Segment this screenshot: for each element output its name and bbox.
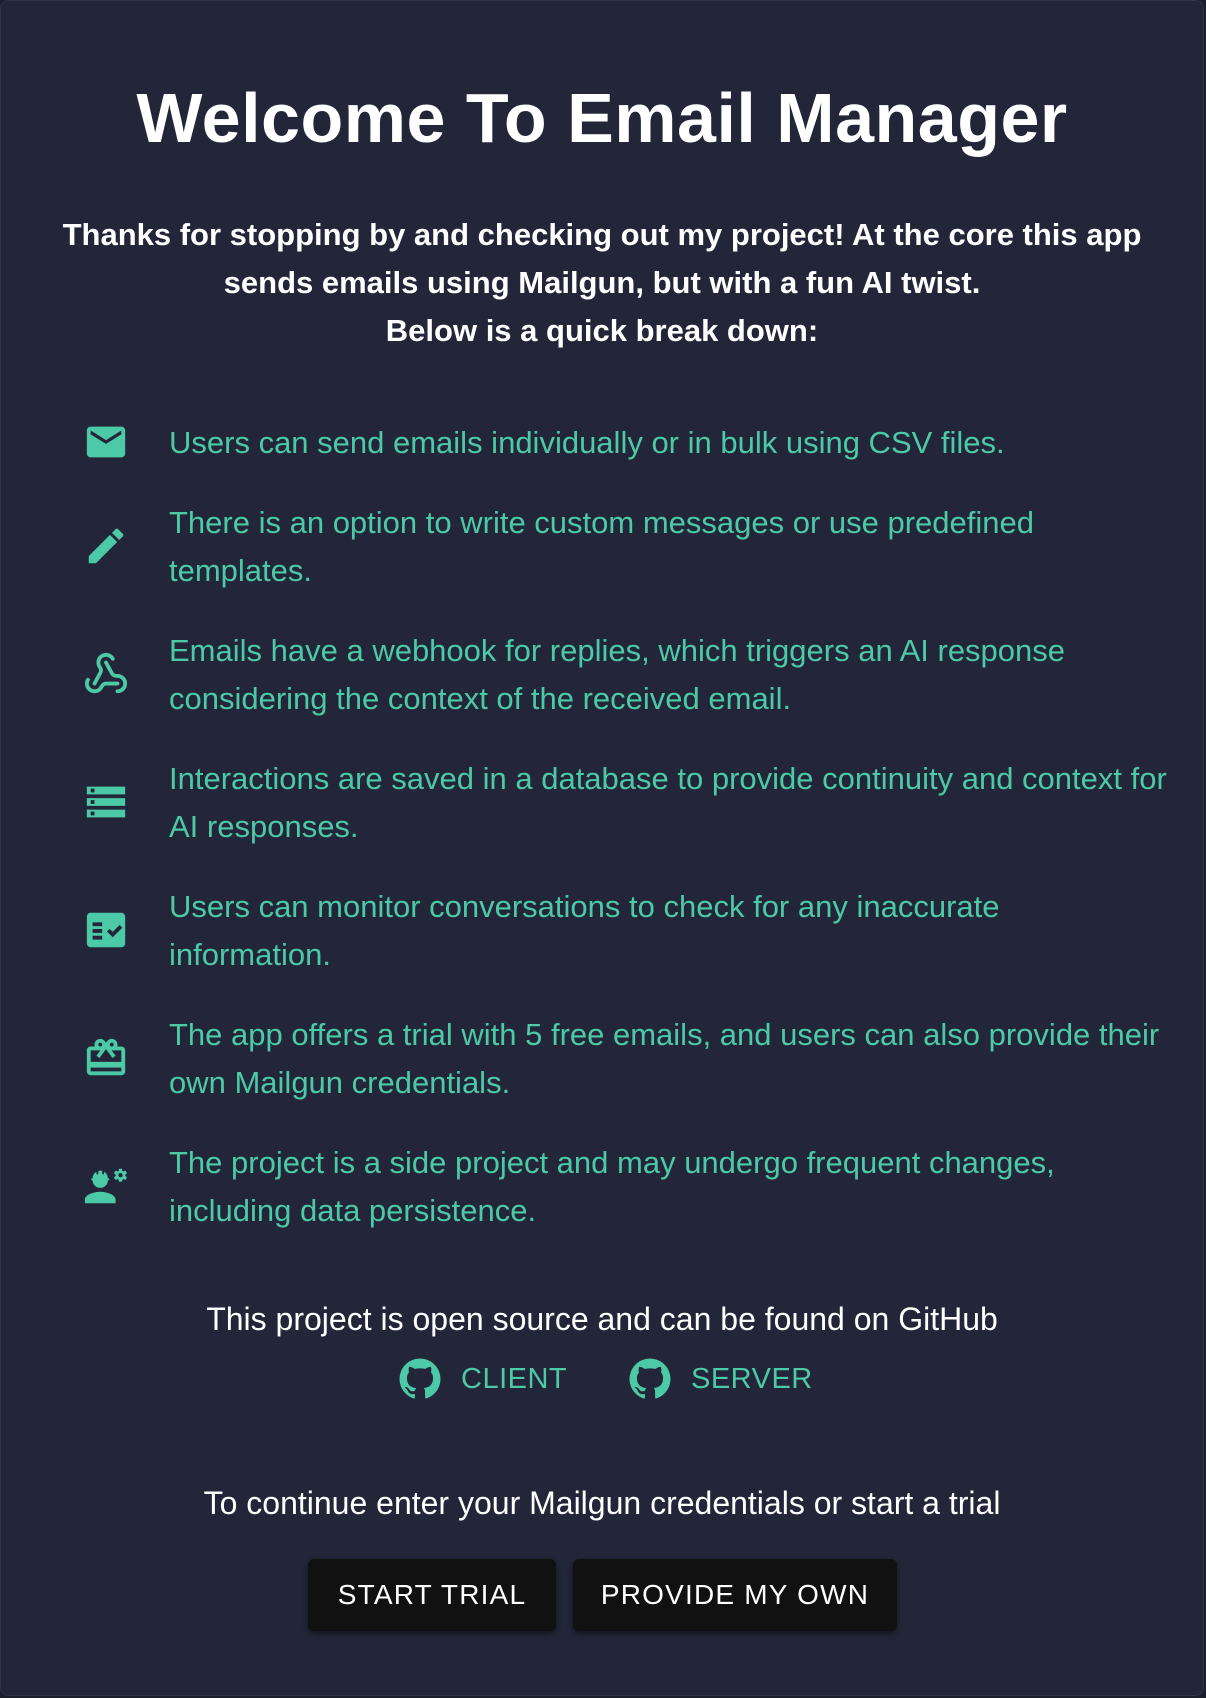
intro-text: Thanks for stopping by and checking out … xyxy=(51,211,1153,355)
feature-text: Users can monitor conversations to check… xyxy=(169,889,1000,972)
feature-text: Emails have a webhook for replies, which… xyxy=(169,633,1066,716)
feature-text: There is an option to write custom messa… xyxy=(169,505,1035,588)
feature-text: Users can send emails individually or in… xyxy=(169,425,1005,460)
github-icon xyxy=(397,1356,443,1402)
webhook-icon xyxy=(83,651,129,697)
provide-my-own-button[interactable]: PROVIDE MY OWN xyxy=(573,1559,897,1631)
welcome-card: Welcome To Email Manager Thanks for stop… xyxy=(0,0,1204,1696)
gift-card-icon xyxy=(83,1035,129,1081)
feature-text: Interactions are saved in a database to … xyxy=(169,761,1167,844)
feature-text: The app offers a trial with 5 free email… xyxy=(169,1017,1160,1100)
page-title: Welcome To Email Manager xyxy=(136,79,1068,157)
github-server-link[interactable]: SERVER xyxy=(627,1353,813,1405)
email-icon xyxy=(83,419,129,465)
intro-paragraph: Thanks for stopping by and checking out … xyxy=(62,217,1142,300)
github-description: This project is open source and can be f… xyxy=(206,1301,998,1337)
github-icon xyxy=(627,1356,673,1402)
checklist-icon xyxy=(83,907,129,953)
engineer-icon xyxy=(83,1163,129,1209)
continue-instructions: To continue enter your Mailgun credentia… xyxy=(203,1485,1001,1521)
feature-text: The project is a side project and may un… xyxy=(169,1145,1055,1228)
pencil-icon xyxy=(83,523,129,569)
github-client-label: CLIENT xyxy=(461,1362,568,1395)
intro-subline: Below is a quick break down: xyxy=(385,313,819,348)
database-list-icon xyxy=(83,779,129,825)
start-trial-button[interactable]: START TRIAL xyxy=(308,1559,556,1631)
github-server-label: SERVER xyxy=(691,1362,813,1395)
github-client-link[interactable]: CLIENT xyxy=(397,1353,567,1405)
